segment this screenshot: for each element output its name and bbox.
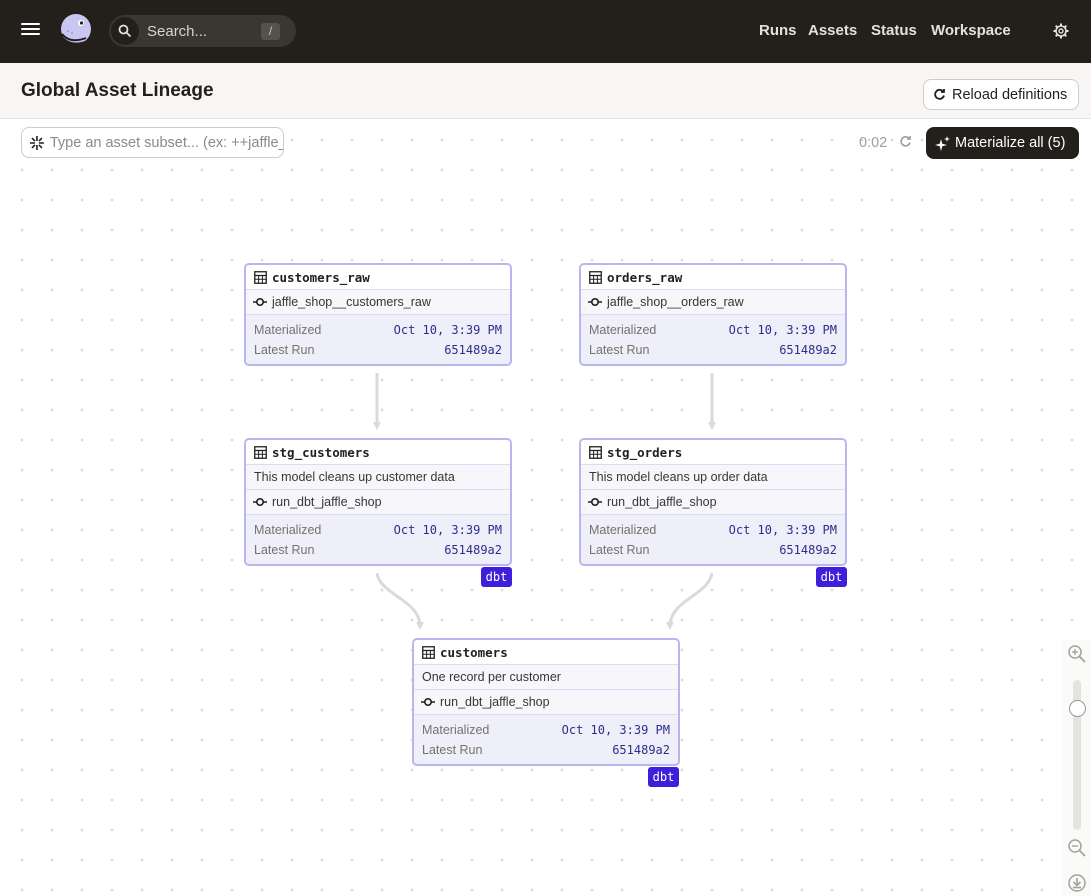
zoom-out-icon[interactable] (1067, 838, 1087, 858)
materialized-label: Materialized (254, 523, 322, 537)
asset-name: stg_orders (607, 444, 683, 460)
latest-run-label: Latest Run (254, 343, 315, 357)
hamburger-icon-line (21, 28, 40, 30)
asset-name: customers_raw (272, 269, 370, 285)
materialized-timestamp[interactable]: Oct 10, 3:39 PM (729, 523, 837, 537)
asset-selection-icon (29, 135, 44, 150)
latest-run-label: Latest Run (589, 543, 650, 557)
nav-assets[interactable]: Assets (808, 22, 857, 39)
download-icon[interactable] (1067, 873, 1087, 893)
latest-run-id[interactable]: 651489a2 (612, 743, 670, 757)
search-placeholder: Search... (147, 22, 208, 40)
materialized-timestamp[interactable]: Oct 10, 3:39 PM (394, 323, 502, 337)
asset-subset-input[interactable] (21, 127, 284, 158)
asset-node-customers_raw[interactable]: customers_raw jaffle_shop__customers_raw… (244, 263, 512, 366)
latest-run-id[interactable]: 651489a2 (444, 543, 502, 557)
nav-runs[interactable]: Runs (759, 22, 797, 39)
hamburger-icon-line (21, 33, 40, 35)
zoom-in-icon[interactable] (1067, 644, 1087, 664)
table-icon (589, 445, 602, 459)
latest-run-label: Latest Run (589, 343, 650, 357)
latest-run-label: Latest Run (422, 743, 483, 757)
op-icon (588, 297, 602, 307)
asset-name: orders_raw (607, 269, 683, 285)
sparkle-icon (935, 135, 950, 151)
materialized-label: Materialized (589, 323, 657, 337)
refresh-icon (934, 88, 945, 100)
nav-status[interactable]: Status (871, 22, 917, 39)
zoom-controls (1062, 640, 1091, 896)
refresh-icon[interactable] (899, 135, 912, 148)
asset-node-customers[interactable]: customers One record per customer run_db… (412, 638, 680, 766)
reload-definitions-label: Reload definitions (952, 86, 1068, 103)
search-input[interactable]: Search... / (109, 15, 296, 47)
latest-run-id[interactable]: 651489a2 (444, 343, 502, 357)
search-shortcut-key: / (261, 22, 280, 40)
op-name: run_dbt_jaffle_shop (272, 495, 382, 509)
asset-name: customers (440, 644, 508, 660)
page-header: Global Asset Lineage Reload definitions (0, 63, 1091, 119)
materialized-timestamp[interactable]: Oct 10, 3:39 PM (729, 323, 837, 337)
op-name: run_dbt_jaffle_shop (440, 695, 550, 709)
dbt-badge: dbt (816, 567, 847, 587)
op-name: jaffle_shop__customers_raw (272, 295, 431, 309)
materialize-all-button[interactable]: Materialize all (5) (926, 127, 1079, 159)
gear-icon[interactable] (1053, 23, 1069, 39)
table-icon (254, 270, 267, 284)
op-icon (253, 297, 267, 307)
page-title: Global Asset Lineage (21, 80, 214, 101)
search-icon (111, 17, 139, 45)
asset-graph-canvas[interactable] (0, 120, 1091, 896)
op-name: run_dbt_jaffle_shop (607, 495, 717, 509)
top-navigation-bar: Search... / Runs Assets Status Workspace (0, 0, 1091, 63)
refresh-timer: 0:02 (859, 135, 888, 151)
asset-subset-field[interactable] (49, 134, 283, 151)
hamburger-menu-button[interactable] (20, 20, 42, 42)
latest-run-label: Latest Run (254, 543, 315, 557)
reload-definitions-button[interactable]: Reload definitions (923, 79, 1079, 110)
latest-run-id[interactable]: 651489a2 (779, 343, 837, 357)
op-icon (588, 497, 602, 507)
dagster-logo[interactable] (56, 12, 94, 50)
asset-name: stg_customers (272, 444, 370, 460)
asset-description: One record per customer (414, 665, 678, 690)
materialized-timestamp[interactable]: Oct 10, 3:39 PM (394, 523, 502, 537)
table-icon (422, 645, 435, 659)
op-name: jaffle_shop__orders_raw (607, 295, 744, 309)
materialized-label: Materialized (589, 523, 657, 537)
asset-description: This model cleans up order data (581, 465, 845, 490)
latest-run-id[interactable]: 651489a2 (779, 543, 837, 557)
table-icon (254, 445, 267, 459)
table-icon (589, 270, 602, 284)
nav-workspace[interactable]: Workspace (931, 22, 1011, 39)
materialized-label: Materialized (422, 723, 490, 737)
materialize-all-label: Materialize all (5) (955, 135, 1066, 151)
dbt-badge: dbt (481, 567, 512, 587)
asset-node-stg_customers[interactable]: stg_customers This model cleans up custo… (244, 438, 512, 566)
op-icon (253, 497, 267, 507)
hamburger-icon (21, 23, 40, 25)
asset-node-stg_orders[interactable]: stg_orders This model cleans up order da… (579, 438, 847, 566)
dbt-badge: dbt (648, 767, 679, 787)
op-icon (421, 697, 435, 707)
materialized-label: Materialized (254, 323, 322, 337)
materialized-timestamp[interactable]: Oct 10, 3:39 PM (562, 723, 670, 737)
zoom-slider-handle[interactable] (1069, 699, 1086, 717)
asset-description: This model cleans up customer data (246, 465, 510, 490)
asset-node-orders_raw[interactable]: orders_raw jaffle_shop__orders_raw Mater… (579, 263, 847, 366)
